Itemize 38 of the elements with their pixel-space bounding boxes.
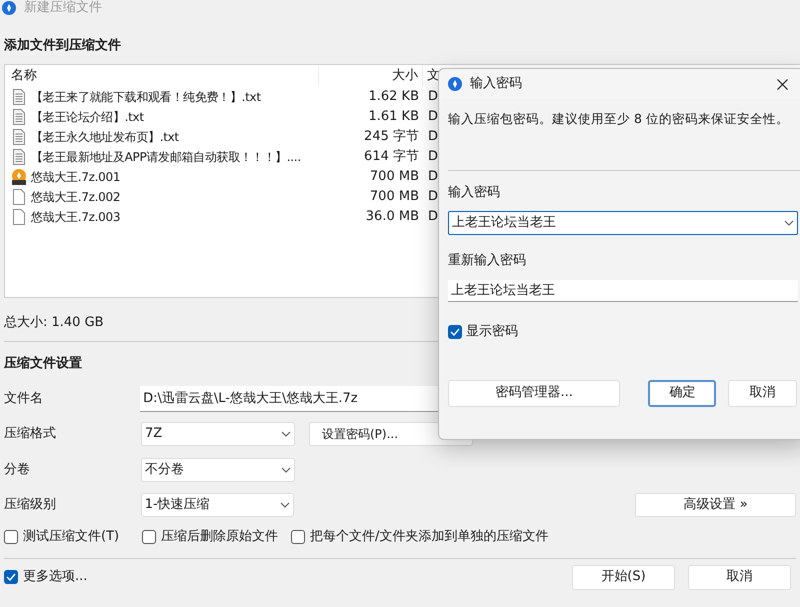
dialog-title: 输入密码 <box>470 75 522 94</box>
field-label: 重新输入密码 <box>448 252 527 270</box>
section-heading: 添加文件到压缩文件 <box>4 36 122 55</box>
table-cell-text: D <box>427 188 438 206</box>
checkbox-label: 显示密码 <box>466 323 518 341</box>
file-size: 245 字节 <box>363 128 420 146</box>
dialog-description: 输入压缩包密码。建议使用至少 8 位的密码来保证安全性。 <box>448 110 790 128</box>
file-name: 悠哉大王.7z.003 <box>31 209 120 226</box>
field-label: 压缩格式 <box>4 425 57 444</box>
file-name: 【老王最新地址及APP请发邮箱自动获取！！！】.... <box>31 149 301 166</box>
file-name: 【老王永久地址发布页】.txt <box>31 129 179 146</box>
table-cell-text: D <box>427 168 438 186</box>
table-cell-text: D <box>427 208 438 226</box>
file-size: 700 MB <box>368 168 420 186</box>
checkbox-label: 测试压缩文件(T) <box>23 528 120 546</box>
section-heading: 压缩文件设置 <box>4 354 83 373</box>
file-name: 悠哉大王.7z.002 <box>31 189 120 206</box>
field-label: 文件名 <box>4 390 44 408</box>
field-label: 输入密码 <box>448 184 501 202</box>
checkbox-label: 更多选项... <box>23 568 88 586</box>
file-name: 【老王来了就能下载和观看！纯免费！】.txt <box>31 89 261 106</box>
checkbox-label: 把每个文件/文件夹添加到单独的压缩文件 <box>310 528 548 546</box>
field-label: 压缩级别 <box>4 496 57 514</box>
file-size: 614 字节 <box>363 148 420 166</box>
file-size: 1.61 KB <box>367 108 420 126</box>
total-size: 总大小: 1.40 GB <box>4 314 104 331</box>
field-label: 分卷 <box>4 461 31 480</box>
table-cell-text: D <box>427 88 438 106</box>
table-cell-text: D <box>427 108 438 126</box>
file-size: 36.0 MB <box>364 208 420 226</box>
file-size: 1.62 KB <box>367 88 420 106</box>
window-title: 新建压缩文件 <box>24 0 102 18</box>
table-cell-text: D <box>427 148 438 166</box>
file-name: 悠哉大王.7z.001 <box>31 169 120 186</box>
checkbox-label: 压缩后删除原始文件 <box>161 528 278 546</box>
file-name: 【老王论坛介绍】.txt <box>31 109 144 126</box>
file-size: 700 MB <box>368 188 420 206</box>
table-cell-text: D <box>427 128 438 146</box>
